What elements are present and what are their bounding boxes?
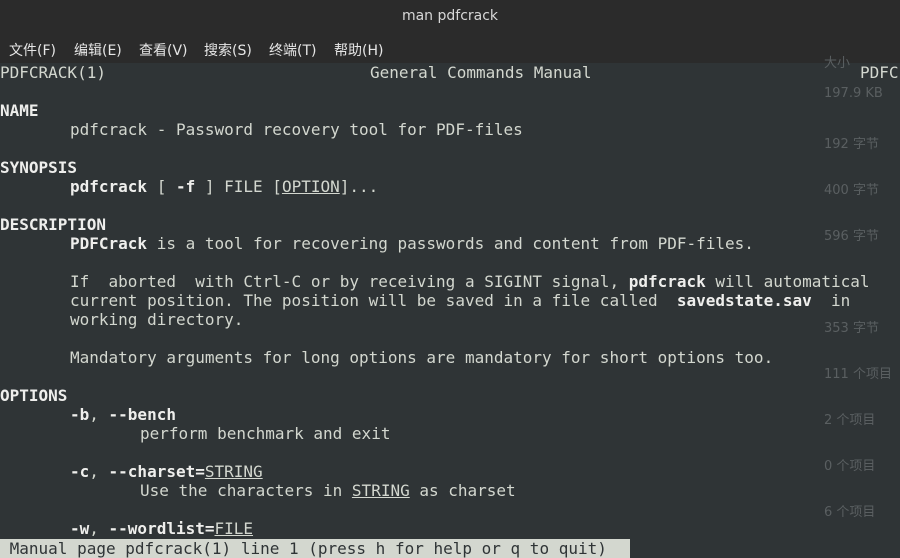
description-line-2: If aborted with Ctrl-C or by receiving a… — [70, 272, 870, 291]
title-bar: man pdfcrack — [0, 0, 900, 34]
section-name-heading: NAME — [0, 101, 39, 120]
menu-help[interactable]: 帮助(H) — [334, 40, 383, 60]
section-description-heading: DESCRIPTION — [0, 215, 106, 234]
description-line-3: current position. The position will be s… — [70, 291, 851, 310]
pager-status-line: Manual page pdfcrack(1) line 1 (press h … — [0, 539, 630, 558]
option-wordlist: -w, --wordlist=FILE — [70, 519, 254, 538]
description-line-1: PDFCrack is a tool for recovering passwo… — [70, 234, 754, 253]
side-value: 大小 — [824, 56, 851, 71]
man-header-center: General Commands Manual — [370, 63, 592, 82]
menu-bar: 文件(F) 编辑(E) 查看(V) 搜索(S) 终端(T) 帮助(H) — [0, 34, 900, 63]
side-value: 197.9 KB — [824, 86, 883, 101]
man-header-right: PDFC — [860, 63, 899, 82]
side-value: 353 字节 — [824, 321, 879, 336]
man-header-left: PDFCRACK(1) — [0, 63, 106, 82]
side-value: 6 个项目 — [824, 505, 876, 520]
menu-edit[interactable]: 编辑(E) — [74, 40, 122, 60]
menu-search[interactable]: 搜索(S) — [204, 40, 252, 60]
side-value: 111 个项目 — [824, 367, 892, 382]
menu-view[interactable]: 查看(V) — [139, 40, 188, 60]
option-bench-description: perform benchmark and exit — [140, 424, 391, 443]
description-line-5: Mandatory arguments for long options are… — [70, 348, 774, 367]
description-line-4: working directory. — [70, 310, 244, 329]
terminal-area[interactable]: 大小 197.9 KB 192 字节 400 字节 596 字节 353 字节 … — [0, 56, 900, 558]
side-value: 400 字节 — [824, 183, 879, 198]
menu-terminal[interactable]: 终端(T) — [269, 40, 316, 60]
section-synopsis-heading: SYNOPSIS — [0, 158, 78, 177]
synopsis-flag: -f — [175, 177, 196, 196]
side-value: 596 字节 — [824, 229, 879, 244]
synopsis-line: pdfcrack [ -f ] FILE [OPTION]... — [70, 177, 379, 196]
synopsis-command: pdfcrack — [70, 177, 148, 196]
synopsis-option: OPTION — [281, 177, 340, 196]
menu-file[interactable]: 文件(F) — [9, 40, 56, 60]
side-value: 192 字节 — [824, 137, 879, 152]
option-charset: -c, --charset=STRING — [70, 462, 263, 481]
window-title: man pdfcrack — [401, 8, 499, 24]
side-value: 0 个项目 — [824, 459, 876, 474]
option-charset-description: Use the characters in STRING as charset — [140, 481, 516, 500]
name-text: pdfcrack - Password recovery tool for PD… — [70, 120, 523, 139]
option-bench: -b, --bench — [70, 405, 176, 424]
side-value: 2 个项目 — [824, 413, 876, 428]
section-options-heading: OPTIONS — [0, 386, 68, 405]
